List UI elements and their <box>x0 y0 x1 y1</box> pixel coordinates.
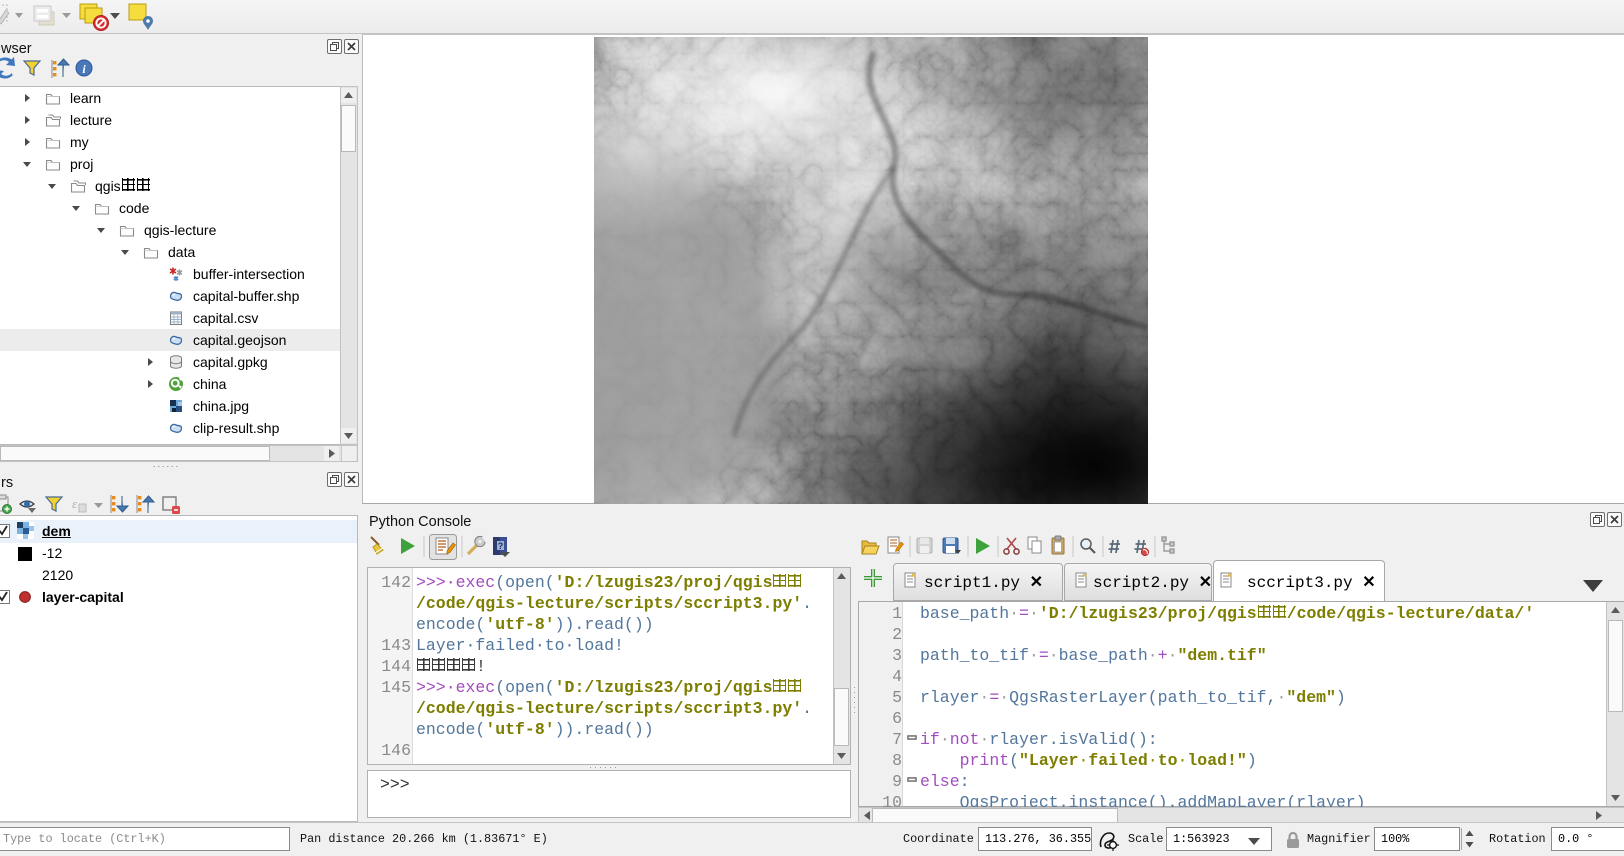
svg-text:?: ? <box>498 541 504 551</box>
svg-text:ε: ε <box>72 496 78 511</box>
